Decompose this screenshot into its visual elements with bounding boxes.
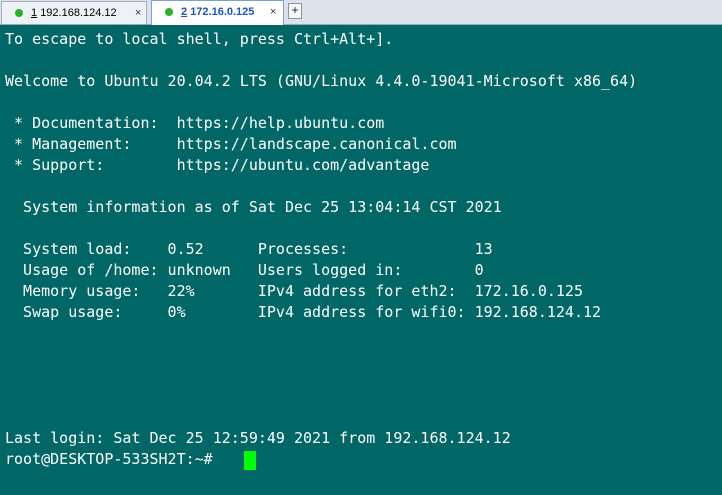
new-tab-button[interactable]: + — [288, 3, 302, 19]
tab-label: 1 192.168.124.12 — [31, 7, 117, 19]
terminal-line: To escape to local shell, press Ctrl+Alt… — [5, 30, 394, 48]
terminal-line: Welcome to Ubuntu 20.04.2 LTS (GNU/Linux… — [5, 72, 638, 90]
terminal-line: Last login: Sat Dec 25 12:59:49 2021 fro… — [5, 429, 511, 447]
connected-status-icon — [15, 9, 23, 17]
terminal-line: System load: 0.52 Processes: 13 — [5, 240, 493, 258]
terminal-output[interactable]: To escape to local shell, press Ctrl+Alt… — [0, 25, 722, 495]
terminal-line: * Management: https://landscape.canonica… — [5, 135, 457, 153]
tab-session-1[interactable]: 1 192.168.124.12 × — [1, 1, 147, 24]
tab-session-2[interactable]: 2 172.16.0.125 × — [151, 0, 284, 25]
tab-bar: 1 192.168.124.12 × 2 172.16.0.125 × + — [0, 0, 722, 25]
terminal-cursor — [244, 451, 256, 470]
terminal-line: Swap usage: 0% IPv4 address for wifi0: 1… — [5, 303, 602, 321]
shell-prompt: root@DESKTOP-533SH2T:~# — [5, 450, 222, 468]
terminal-line: Usage of /home: unknown Users logged in:… — [5, 261, 484, 279]
terminal-line: * Documentation: https://help.ubuntu.com — [5, 114, 385, 132]
terminal-line: * Support: https://ubuntu.com/advantage — [5, 156, 430, 174]
close-tab-icon[interactable]: × — [270, 5, 276, 19]
terminal-line: Memory usage: 22% IPv4 address for eth2:… — [5, 282, 583, 300]
close-tab-icon[interactable]: × — [135, 6, 141, 20]
connected-status-icon — [165, 8, 173, 16]
terminal-line: System information as of Sat Dec 25 13:0… — [5, 198, 502, 216]
tab-label: 2 172.16.0.125 — [181, 6, 255, 18]
